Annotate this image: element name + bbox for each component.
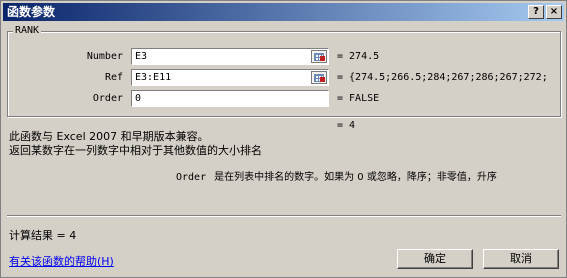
order-result: = FALSE <box>337 93 380 104</box>
separator <box>7 215 561 217</box>
number-label: Number <box>86 51 123 62</box>
ok-button[interactable]: 确定 <box>397 249 473 269</box>
param-description: Order 是在列表中排名的数字。如果为 0 或忽略，降序；非零值，升序 <box>176 168 497 183</box>
ref-label: Ref <box>104 72 123 83</box>
function-help-link[interactable]: 有关该函数的帮助(H) <box>9 253 114 269</box>
close-button[interactable]: × <box>546 5 562 19</box>
param-text: 是在列表中排名的数字。如果为 0 或忽略，降序；非零值，升序 <box>214 172 497 183</box>
title-bar: 函数参数 ? × <box>3 3 564 21</box>
ref-result: = {274.5;266.5;284;267;286;267;272; <box>337 72 548 83</box>
ref-input[interactable] <box>131 69 329 86</box>
function-name: RANK <box>13 25 42 36</box>
ref-collapse-button[interactable] <box>311 71 327 84</box>
help-title-button[interactable]: ? <box>528 5 544 19</box>
number-input[interactable] <box>131 48 329 65</box>
param-name: Order <box>176 172 207 183</box>
cancel-button[interactable]: 取消 <box>483 249 559 269</box>
number-collapse-button[interactable] <box>311 50 327 63</box>
function-result: = 4 <box>337 120 356 131</box>
dialog-title: 函数参数 <box>7 5 56 19</box>
number-result: = 274.5 <box>337 51 380 62</box>
order-input[interactable] <box>131 90 329 107</box>
order-label: Order <box>92 93 123 104</box>
calc-result: 计算结果 = 4 <box>9 229 77 242</box>
function-arguments-dialog: 函数参数 ? × RANK Number = 274.5 Ref = {274.… <box>0 0 567 278</box>
function-description: 返回某数字在一列数字中相对于其他数值的大小排名 <box>9 144 262 157</box>
